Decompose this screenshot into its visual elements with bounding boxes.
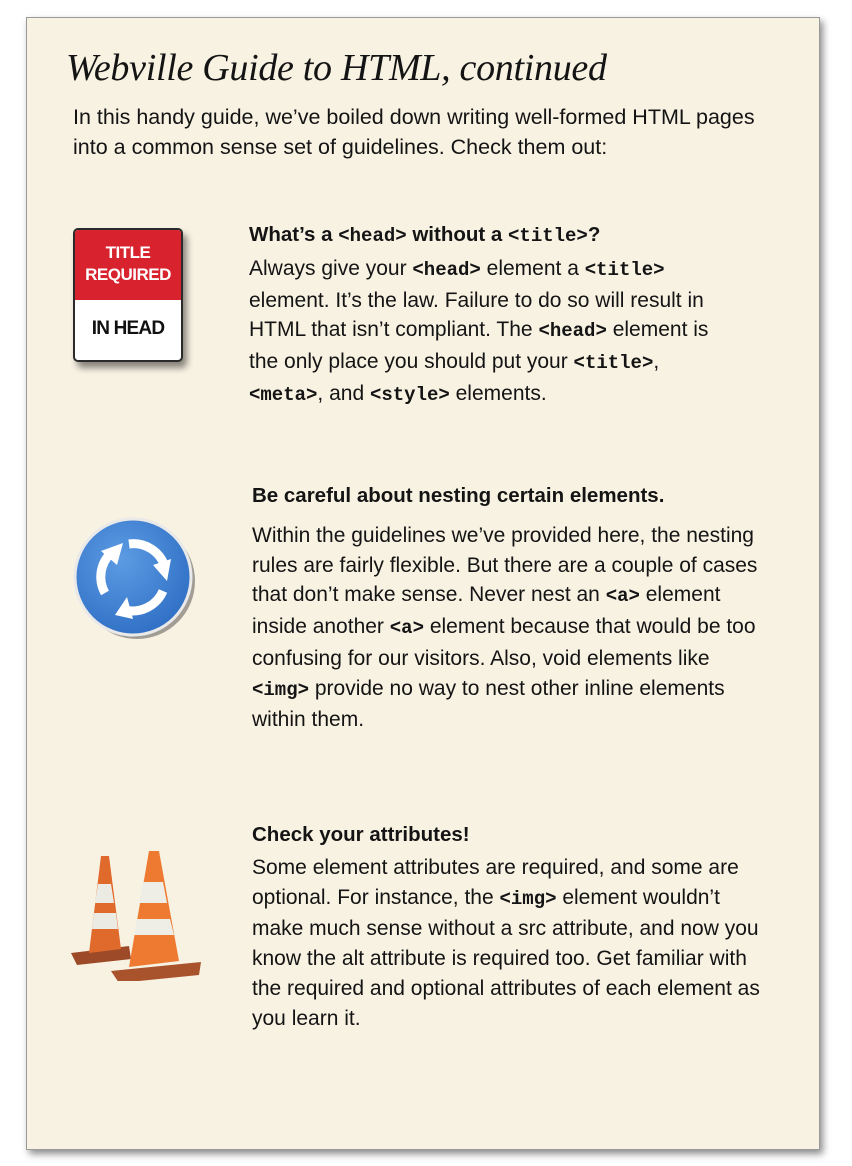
section-title-required: What’s a <head> without a <title>? Alway… bbox=[249, 221, 779, 411]
roundabout-sign-icon bbox=[73, 517, 195, 639]
section-heading: What’s a <head> without a <title>? bbox=[249, 221, 779, 250]
body-text: , bbox=[653, 350, 660, 374]
heading-text: ? bbox=[587, 223, 601, 246]
section-body: Some element attributes are required, an… bbox=[252, 853, 762, 1033]
code-head: <head> bbox=[412, 259, 481, 281]
code-title: <title> bbox=[508, 225, 588, 247]
sign-text-title: TITLE bbox=[105, 243, 151, 262]
title-required-sign-icon: TITLE REQUIRED IN HEAD bbox=[73, 228, 183, 362]
section-nesting: Be careful about nesting certain element… bbox=[252, 482, 782, 735]
guide-page: Webville Guide to HTML, continued In thi… bbox=[26, 17, 820, 1150]
code-a: <a> bbox=[605, 585, 640, 608]
heading-text: What’s a bbox=[249, 223, 339, 246]
section-heading: Be careful about nesting certain element… bbox=[252, 484, 665, 507]
section-heading: Check your attributes! bbox=[252, 823, 470, 846]
code-title: <title> bbox=[573, 352, 654, 375]
code-img: <img> bbox=[252, 678, 310, 701]
code-title: <title> bbox=[584, 259, 665, 281]
page-title: Webville Guide to HTML, continued bbox=[66, 47, 607, 89]
body-text: , and bbox=[317, 381, 370, 405]
sign-text-in-head: IN HEAD bbox=[91, 318, 165, 339]
sign-red-panel: TITLE REQUIRED bbox=[75, 230, 181, 300]
body-text: Always give your bbox=[249, 257, 413, 280]
body-text: element a bbox=[480, 257, 585, 280]
section-body: Within the guidelines we’ve provided her… bbox=[252, 521, 767, 735]
traffic-cones-icon bbox=[71, 851, 201, 981]
section-body: Always give your <head> element a <title… bbox=[249, 254, 724, 411]
code-meta: <meta> bbox=[249, 383, 318, 406]
body-text: elements. bbox=[449, 381, 547, 405]
sign-text-required: REQUIRED bbox=[85, 265, 171, 284]
heading-text: without a bbox=[406, 223, 509, 246]
body-text: provide no way to nest other inline elem… bbox=[252, 676, 725, 732]
section-attributes: Check your attributes! Some element attr… bbox=[252, 821, 782, 1033]
intro-paragraph: In this handy guide, we’ve boiled down w… bbox=[73, 105, 755, 159]
code-head: <head> bbox=[338, 225, 407, 247]
code-a: <a> bbox=[389, 617, 424, 640]
code-head: <head> bbox=[538, 320, 607, 343]
code-img: <img> bbox=[499, 887, 557, 910]
code-style: <style> bbox=[369, 383, 450, 406]
